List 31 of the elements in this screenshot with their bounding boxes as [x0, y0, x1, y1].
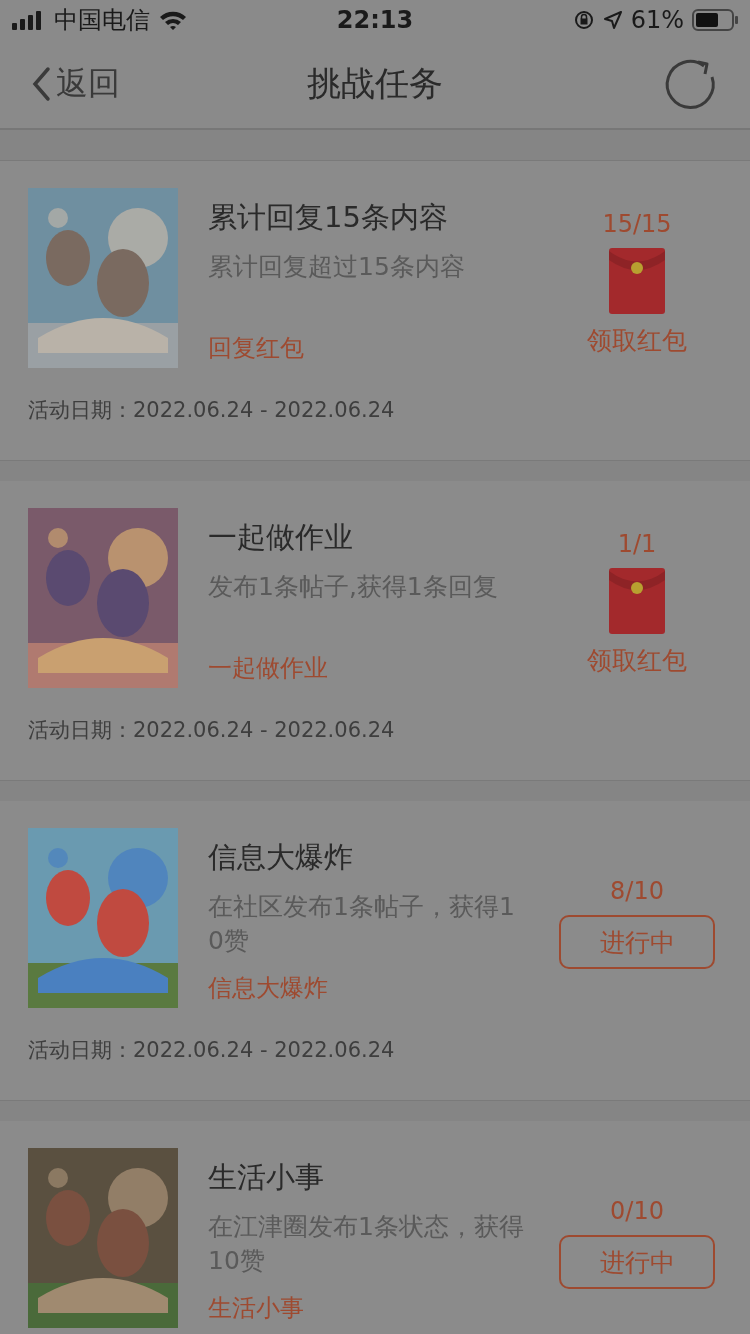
back-button[interactable]: 返回 [30, 62, 150, 106]
progress-count: 15/15 [602, 209, 672, 238]
carrier-name: 中国电信 [54, 5, 150, 36]
activity-date: 活动日期：2022.06.24 - 2022.06.24 [28, 1037, 396, 1064]
progress-count: 8/10 [610, 877, 664, 905]
back-chevron-icon[interactable] [30, 66, 52, 102]
claim-envelope-link[interactable]: 领取红包 [587, 323, 687, 357]
claim-envelope-link[interactable]: 领取红包 [587, 643, 687, 677]
page-title: 挑战任务 [307, 62, 443, 105]
task-title: 累计回复15条内容 [208, 199, 449, 236]
activity-date: 活动日期：2022.06.24 - 2022.06.24 [28, 717, 396, 744]
task-tag: 回复红包 [208, 332, 552, 364]
progress-count: 0/10 [610, 1197, 664, 1225]
progress-count: 1/1 [617, 529, 657, 558]
activity-date: 活动日期：2022.06.24 - 2022.06.24 [28, 397, 396, 424]
task-title: 一起做作业 [208, 519, 354, 556]
clock-time: 22:13 [336, 6, 414, 34]
task-tag: 生活小事 [208, 1292, 552, 1324]
in-progress-button[interactable]: 进行中 [559, 1235, 715, 1289]
location-icon [602, 10, 623, 30]
task-tag: 一起做作业 [208, 652, 552, 684]
envelope-icon[interactable] [609, 567, 665, 634]
task-tag: 信息大爆炸 [208, 972, 552, 1004]
rotation-lock-icon [572, 9, 595, 31]
wifi-icon [158, 9, 188, 31]
battery-percent: 61% [630, 6, 684, 34]
battery-icon [692, 9, 738, 31]
task-title: 信息大爆炸 [208, 839, 354, 876]
envelope-icon[interactable] [609, 247, 665, 314]
in-progress-button[interactable]: 进行中 [559, 915, 715, 969]
task-title: 生活小事 [208, 1159, 325, 1196]
